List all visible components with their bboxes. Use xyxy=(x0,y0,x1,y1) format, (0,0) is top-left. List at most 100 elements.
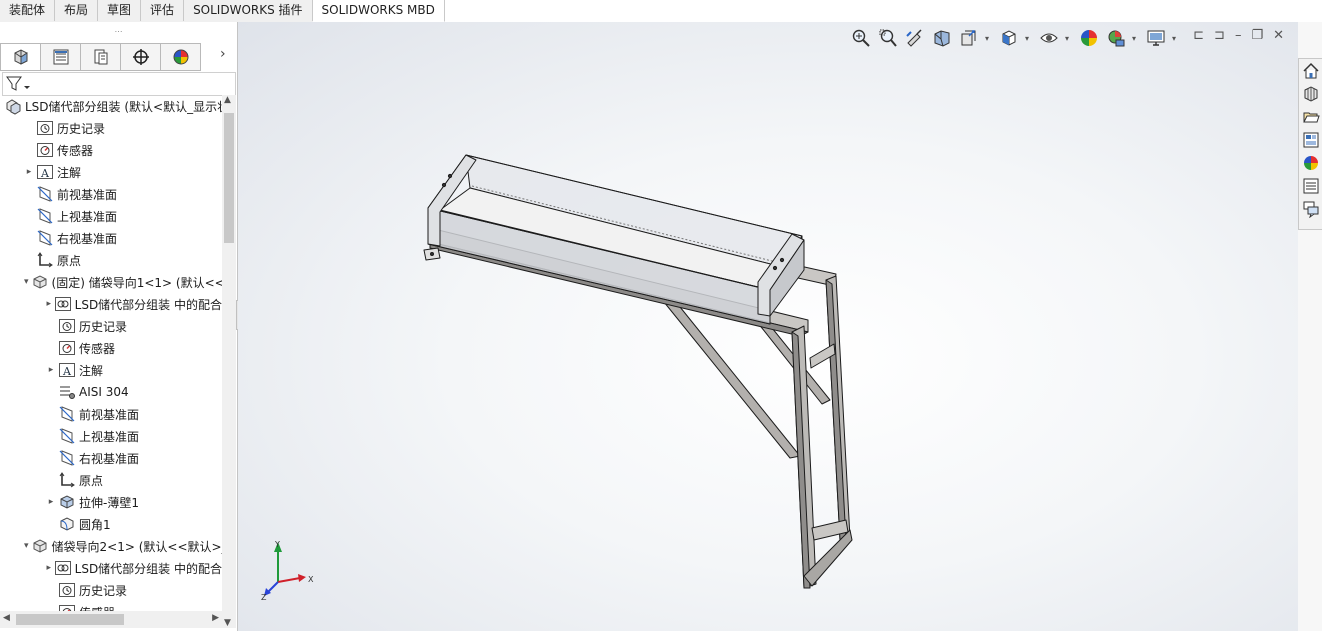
model-drawing[interactable] xyxy=(238,22,1298,631)
tree-right-plane-1[interactable]: 右视基准面 xyxy=(0,447,222,469)
design-library-icon xyxy=(1304,86,1318,102)
configurationmanager-icon xyxy=(94,49,107,65)
forum-tab[interactable] xyxy=(1300,198,1322,220)
design-library-tab[interactable] xyxy=(1300,83,1322,105)
tree-item-label: 圆角1 xyxy=(79,517,111,532)
chat-bubbles-icon xyxy=(1303,201,1319,218)
tree-front-plane[interactable]: 前视基准面 xyxy=(0,183,222,205)
mates-folder-icon xyxy=(54,559,72,577)
manager-tabs xyxy=(0,43,201,71)
part-icon xyxy=(31,273,49,291)
tab-solidworks-mbd[interactable]: SOLIDWORKS MBD xyxy=(312,0,445,22)
tree-annotations[interactable]: ▸ A 注解 xyxy=(0,161,222,183)
tree-part-guide-2[interactable]: ▾ 储袋导向2<1> (默认<<默认>_显 xyxy=(0,535,222,557)
tree-top-plane-1[interactable]: 上视基准面 xyxy=(0,425,222,447)
dimxpertmanager-tab[interactable] xyxy=(121,43,161,71)
tree-sensors-1[interactable]: 传感器 xyxy=(0,337,222,359)
sensor-folder-icon xyxy=(58,603,76,611)
tree-sensors-2[interactable]: 传感器 xyxy=(0,601,222,611)
history-folder-icon xyxy=(36,119,54,137)
svg-text:A: A xyxy=(40,167,50,180)
feature-manager-panel: ⋯ › LSD储代部分组装 (默认<默认_显示状 历史记录 传感器 ▸ A 注解 前视基准面… xyxy=(0,22,238,631)
tree-origin-1[interactable]: 原点 xyxy=(0,469,222,491)
chevron-right-icon[interactable]: ▸ xyxy=(24,167,34,177)
tree-item-label: 上视基准面 xyxy=(79,429,140,444)
tree-item-label: 储袋导向2<1> (默认<<默认>_显 xyxy=(51,539,222,554)
tree-root-assembly[interactable]: LSD储代部分组装 (默认<默认_显示状 xyxy=(0,95,222,117)
tree-annotations-1[interactable]: ▸ A 注解 xyxy=(0,359,222,381)
tree-item-label: 前视基准面 xyxy=(79,407,140,422)
history-folder-icon xyxy=(58,581,76,599)
chevron-down-icon[interactable]: ▾ xyxy=(24,541,29,551)
tree-item-label: 历史记录 xyxy=(79,319,128,334)
tree-origin[interactable]: 原点 xyxy=(0,249,222,271)
custom-properties-tab[interactable] xyxy=(1300,175,1322,197)
tree-history[interactable]: 历史记录 xyxy=(0,117,222,139)
tree-extrude-thin-1[interactable]: ▸ 拉伸-薄壁1 xyxy=(0,491,222,513)
propertymanager-tab[interactable] xyxy=(41,43,81,71)
tree-item-label: LSD储代部分组装 (默认<默认_显示状 xyxy=(25,99,222,114)
tree-front-plane-1[interactable]: 前视基准面 xyxy=(0,403,222,425)
svg-text:A: A xyxy=(62,365,72,378)
scroll-right-icon[interactable]: ▶ xyxy=(212,613,219,623)
tab-assembly[interactable]: 装配体 xyxy=(0,0,56,21)
plane-icon xyxy=(36,229,54,247)
chevron-right-icon[interactable]: ▸ xyxy=(46,299,52,309)
tree-history-1[interactable]: 历史记录 xyxy=(0,315,222,337)
reference-triad: Y X Z xyxy=(261,540,314,602)
tree-top-plane[interactable]: 上视基准面 xyxy=(0,205,222,227)
assembly-icon xyxy=(4,97,22,115)
tree-item-label: LSD储代部分组装 中的配合 xyxy=(74,561,222,576)
task-pane-tabs xyxy=(1298,58,1322,230)
tab-sketch[interactable]: 草图 xyxy=(98,0,142,21)
configurationmanager-tab[interactable] xyxy=(81,43,121,71)
tab-layout[interactable]: 布局 xyxy=(55,0,99,21)
command-manager-tabs: 装配体 布局 草图 评估 SOLIDWORKS 插件 SOLIDWORKS MB… xyxy=(0,0,445,23)
tree-sensors[interactable]: 传感器 xyxy=(0,139,222,161)
appearances-scenes-tab[interactable] xyxy=(1300,152,1322,174)
chevron-right-icon[interactable]: ▸ xyxy=(46,497,56,507)
tab-solidworks-addins[interactable]: SOLIDWORKS 插件 xyxy=(184,0,313,21)
panel-grip[interactable]: ⋯ xyxy=(0,22,237,42)
part-icon xyxy=(31,537,49,555)
chevron-right-icon[interactable]: › xyxy=(220,46,226,62)
scroll-left-icon[interactable]: ◀ xyxy=(3,613,10,623)
tree-fillet-1[interactable]: 圆角1 xyxy=(0,513,222,535)
chevron-right-icon[interactable]: ▸ xyxy=(46,563,52,573)
chevron-down-icon[interactable]: ▾ xyxy=(24,277,29,287)
tree-item-label: 前视基准面 xyxy=(57,187,118,202)
solidworks-resources-tab[interactable] xyxy=(1300,60,1322,82)
scroll-thumb-horizontal[interactable] xyxy=(16,614,124,625)
scroll-down-icon[interactable]: ▼ xyxy=(224,618,231,628)
displaymanager-tab[interactable] xyxy=(161,43,201,71)
tree-mates-1[interactable]: ▸ LSD储代部分组装 中的配合 xyxy=(0,293,222,315)
filter-icon[interactable] xyxy=(5,74,31,94)
scroll-thumb[interactable] xyxy=(224,113,234,243)
tree-item-label: LSD储代部分组装 中的配合 xyxy=(74,297,222,312)
chevron-right-icon[interactable]: ▸ xyxy=(46,365,56,375)
filter-bar[interactable] xyxy=(2,72,236,96)
tree-material-1[interactable]: AISI 304 xyxy=(0,381,222,403)
view-palette-tab[interactable] xyxy=(1300,129,1322,151)
tree-part-guide-1[interactable]: ▾ (固定) 储袋导向1<1> (默认<<默 xyxy=(0,271,222,293)
tree-mates-2[interactable]: ▸ LSD储代部分组装 中的配合 xyxy=(0,557,222,579)
file-explorer-tab[interactable] xyxy=(1300,106,1322,128)
appearance-sphere-icon xyxy=(173,49,188,65)
tree-item-label: 传感器 xyxy=(79,341,116,356)
plane-icon xyxy=(58,427,76,445)
scroll-up-icon[interactable]: ▲ xyxy=(224,95,231,105)
tab-evaluate[interactable]: 评估 xyxy=(141,0,185,21)
material-icon xyxy=(58,383,76,401)
fillet-icon xyxy=(58,515,76,533)
feature-tree: LSD储代部分组装 (默认<默认_显示状 历史记录 传感器 ▸ A 注解 前视基准面 上视基准… xyxy=(0,95,222,611)
tree-horizontal-scrollbar[interactable]: ◀ ▶ xyxy=(0,611,222,628)
tree-item-label: 注解 xyxy=(57,165,82,180)
tree-item-label: 原点 xyxy=(57,253,82,268)
tree-history-2[interactable]: 历史记录 xyxy=(0,579,222,601)
featuremanager-tab[interactable] xyxy=(0,43,41,71)
tree-right-plane[interactable]: 右视基准面 xyxy=(0,227,222,249)
graphics-viewport[interactable]: ▾ ▾ ▾ ▾ ▾ ⊏ ⊐ – ❐ ✕ Y X Z xyxy=(238,22,1298,631)
tree-vertical-scrollbar[interactable]: ▲ ▼ xyxy=(222,95,236,628)
mates-folder-icon xyxy=(54,295,72,313)
tree-item-label: 传感器 xyxy=(57,143,94,158)
